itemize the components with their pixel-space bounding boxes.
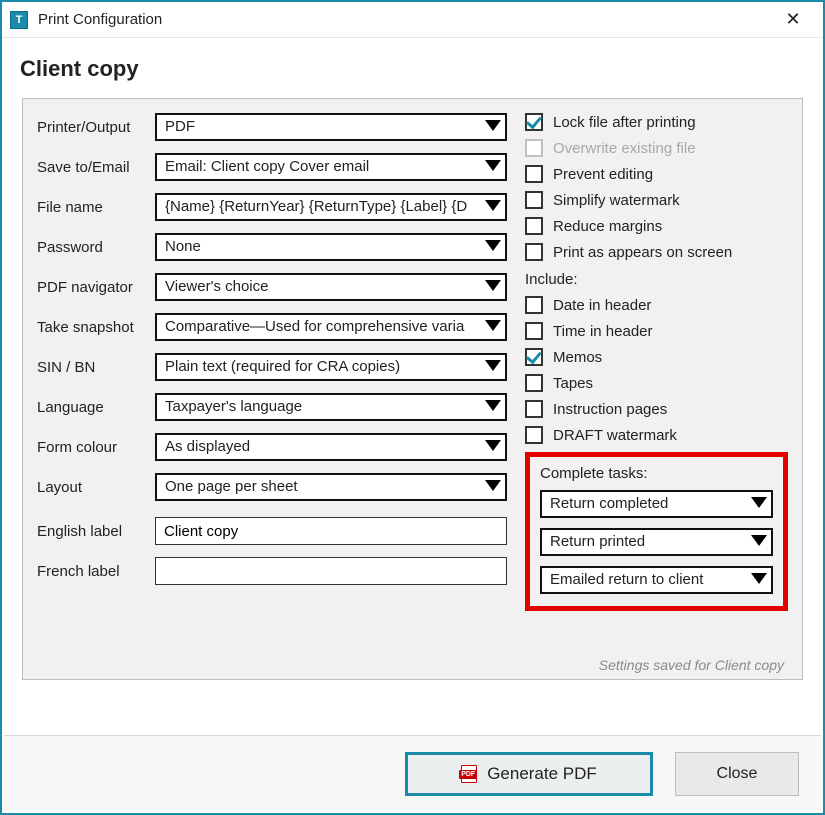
checkbox-label: Simplify watermark bbox=[553, 192, 680, 209]
checkbox-icon bbox=[525, 296, 543, 314]
layout-select[interactable]: One page per sheet bbox=[155, 473, 507, 501]
printer-output-select[interactable]: PDF bbox=[155, 113, 507, 141]
chevron-down-icon bbox=[485, 280, 501, 291]
checkbox-label: Print as appears on screen bbox=[553, 244, 732, 261]
checkbox-label: Lock file after printing bbox=[553, 114, 696, 131]
checkbox-icon bbox=[525, 374, 543, 392]
settings-saved-note: Settings saved for Client copy bbox=[599, 657, 784, 673]
french-label-input[interactable] bbox=[155, 557, 507, 585]
complete-task-2-select[interactable]: Return printed bbox=[540, 528, 773, 556]
chevron-down-icon bbox=[485, 400, 501, 411]
take-snapshot-label: Take snapshot bbox=[37, 319, 155, 336]
include-check-instruction-pages[interactable]: Instruction pages bbox=[525, 400, 788, 418]
layout-label: Layout bbox=[37, 479, 155, 496]
complete-task-3-select[interactable]: Emailed return to client bbox=[540, 566, 773, 594]
chevron-down-icon bbox=[485, 360, 501, 371]
complete-task-1-select[interactable]: Return completed bbox=[540, 490, 773, 518]
file-name-select[interactable]: {Name} {ReturnYear} {ReturnType} {Label}… bbox=[155, 193, 507, 221]
page-title: Client copy bbox=[2, 38, 823, 90]
checkbox-label: DRAFT watermark bbox=[553, 427, 677, 444]
checkbox-icon bbox=[525, 400, 543, 418]
chevron-down-icon bbox=[485, 160, 501, 171]
check-overwrite-existing-file: Overwrite existing file bbox=[525, 139, 788, 157]
checkbox-icon bbox=[525, 165, 543, 183]
sin-bn-select[interactable]: Plain text (required for CRA copies) bbox=[155, 353, 507, 381]
checkbox-icon bbox=[525, 243, 543, 261]
form-right: Lock file after printing Overwrite existi… bbox=[525, 113, 788, 611]
checkbox-icon bbox=[525, 191, 543, 209]
chevron-down-icon bbox=[751, 535, 767, 546]
app-icon: T bbox=[10, 11, 28, 29]
save-to-email-select[interactable]: Email: Client copy Cover email bbox=[155, 153, 507, 181]
english-label-input[interactable] bbox=[155, 517, 507, 545]
complete-tasks-box: Complete tasks: Return completed Return … bbox=[525, 452, 788, 611]
checkbox-icon bbox=[525, 139, 543, 157]
footer: Generate PDF Close bbox=[4, 735, 821, 811]
chevron-down-icon bbox=[485, 480, 501, 491]
check-simplify-watermark[interactable]: Simplify watermark bbox=[525, 191, 788, 209]
generate-pdf-button[interactable]: Generate PDF bbox=[405, 752, 653, 796]
checkbox-label: Time in header bbox=[553, 323, 653, 340]
checkbox-icon bbox=[525, 348, 543, 366]
close-button[interactable]: Close bbox=[675, 752, 799, 796]
checkbox-label: Instruction pages bbox=[553, 401, 667, 418]
checkbox-label: Reduce margins bbox=[553, 218, 662, 235]
checkbox-icon bbox=[525, 322, 543, 340]
language-select[interactable]: Taxpayer's language bbox=[155, 393, 507, 421]
checkbox-icon bbox=[525, 426, 543, 444]
pdf-icon bbox=[461, 765, 477, 783]
close-button-label: Close bbox=[717, 765, 758, 783]
file-name-label: File name bbox=[37, 199, 155, 216]
chevron-down-icon bbox=[485, 120, 501, 131]
chevron-down-icon bbox=[751, 497, 767, 508]
include-check-memos[interactable]: Memos bbox=[525, 348, 788, 366]
check-print-as-appears-on-screen[interactable]: Print as appears on screen bbox=[525, 243, 788, 261]
include-check-time-in-header[interactable]: Time in header bbox=[525, 322, 788, 340]
checkbox-label: Date in header bbox=[553, 297, 651, 314]
config-panel: Printer/Output PDF Save to/Email Email: … bbox=[22, 98, 803, 680]
form-colour-label: Form colour bbox=[37, 439, 155, 456]
checkbox-icon bbox=[525, 113, 543, 131]
titlebar: T Print Configuration ✕ bbox=[2, 2, 823, 38]
language-label: Language bbox=[37, 399, 155, 416]
printer-output-label: Printer/Output bbox=[37, 119, 155, 136]
close-icon[interactable]: ✕ bbox=[773, 9, 813, 30]
form-left: Printer/Output PDF Save to/Email Email: … bbox=[37, 113, 507, 611]
save-to-email-label: Save to/Email bbox=[37, 159, 155, 176]
include-check-tapes[interactable]: Tapes bbox=[525, 374, 788, 392]
include-check-date-in-header[interactable]: Date in header bbox=[525, 296, 788, 314]
pdf-navigator-label: PDF navigator bbox=[37, 279, 155, 296]
sin-bn-label: SIN / BN bbox=[37, 359, 155, 376]
checkbox-label: Prevent editing bbox=[553, 166, 653, 183]
complete-tasks-heading: Complete tasks: bbox=[540, 465, 773, 482]
chevron-down-icon bbox=[485, 320, 501, 331]
french-label-label: French label bbox=[37, 563, 155, 580]
take-snapshot-select[interactable]: Comparative—Used for comprehensive varia bbox=[155, 313, 507, 341]
check-reduce-margins[interactable]: Reduce margins bbox=[525, 217, 788, 235]
generate-pdf-label: Generate PDF bbox=[487, 764, 597, 784]
check-prevent-editing[interactable]: Prevent editing bbox=[525, 165, 788, 183]
checkbox-label: Tapes bbox=[553, 375, 593, 392]
checkbox-label: Overwrite existing file bbox=[553, 140, 696, 157]
chevron-down-icon bbox=[485, 200, 501, 211]
window-title: Print Configuration bbox=[38, 11, 773, 28]
chevron-down-icon bbox=[485, 240, 501, 251]
include-heading: Include: bbox=[525, 271, 788, 288]
password-select[interactable]: None bbox=[155, 233, 507, 261]
checkbox-icon bbox=[525, 217, 543, 235]
check-lock-file-after-printing[interactable]: Lock file after printing bbox=[525, 113, 788, 131]
include-check-draft-watermark[interactable]: DRAFT watermark bbox=[525, 426, 788, 444]
chevron-down-icon bbox=[485, 440, 501, 451]
pdf-navigator-select[interactable]: Viewer's choice bbox=[155, 273, 507, 301]
checkbox-label: Memos bbox=[553, 349, 602, 366]
chevron-down-icon bbox=[751, 573, 767, 584]
english-label-label: English label bbox=[37, 523, 155, 540]
form-colour-select[interactable]: As displayed bbox=[155, 433, 507, 461]
password-label: Password bbox=[37, 239, 155, 256]
